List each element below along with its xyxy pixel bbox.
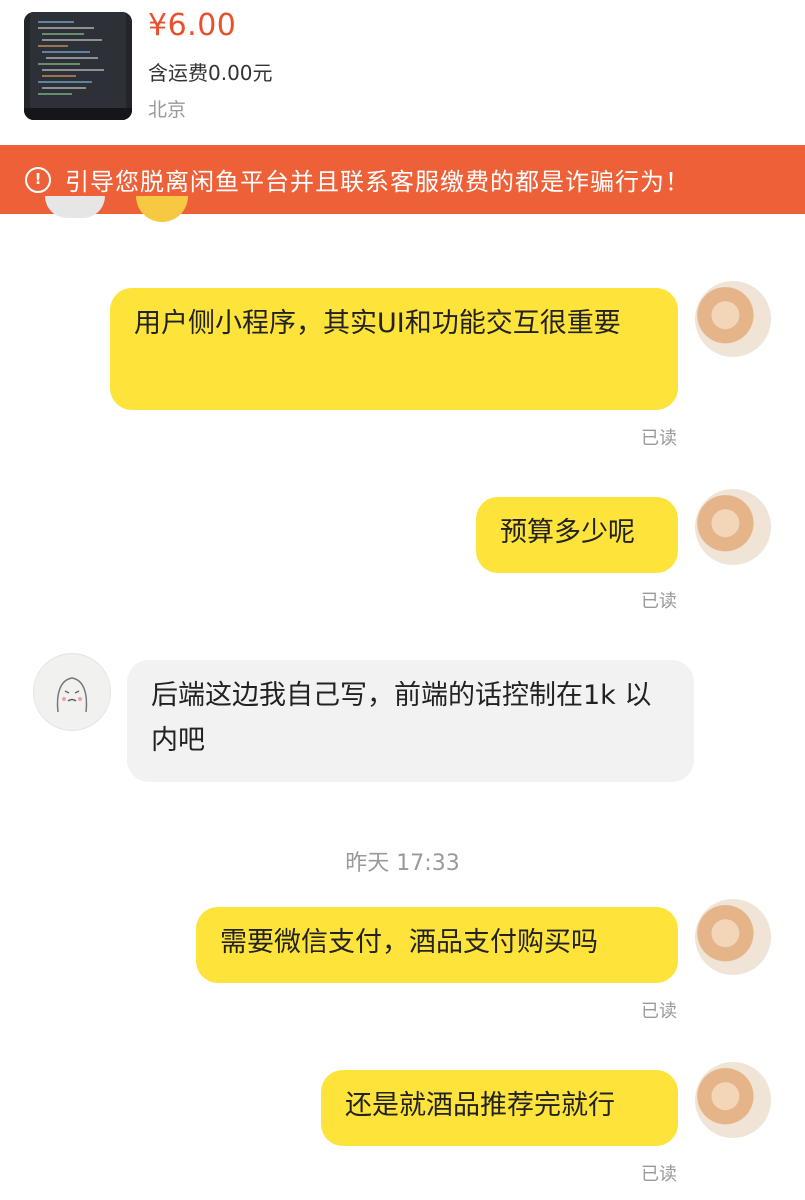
message-bubble-outgoing[interactable]: 预算多少呢 [476, 497, 678, 573]
message-bubble-incoming[interactable]: 后端这边我自己写，前端的话控制在1k 以内吧 [127, 660, 694, 782]
read-status: 已读 [641, 591, 677, 612]
read-status: 已读 [641, 428, 677, 449]
chat-timestamp: 昨天 17:33 [345, 851, 460, 876]
product-thumbnail[interactable] [24, 12, 132, 120]
my-avatar[interactable] [695, 899, 771, 975]
product-card[interactable]: ¥6.00 含运费0.00元 北京 [0, 0, 805, 145]
fraud-warning-text: 引导您脱离闲鱼平台并且联系客服缴费的都是诈骗行为！ [65, 168, 690, 196]
shipping-fee: 含运费0.00元 [148, 61, 273, 85]
my-avatar[interactable] [695, 1062, 771, 1138]
contact-avatar[interactable] [33, 653, 111, 731]
product-location: 北京 [148, 99, 187, 121]
read-status: 已读 [641, 1001, 677, 1022]
product-price: ¥6.00 [148, 8, 237, 43]
message-bubble-outgoing[interactable]: 需要微信支付，酒品支付购买吗 [196, 907, 678, 983]
avatar-partial [45, 196, 105, 218]
emoji-partial [136, 196, 188, 222]
fraud-warning-banner: ! 引导您脱离闲鱼平台并且联系客服缴费的都是诈骗行为！ [0, 145, 805, 214]
read-status: 已读 [641, 1164, 677, 1185]
my-avatar[interactable] [695, 281, 771, 357]
exclamation-circle-icon: ! [25, 166, 51, 193]
my-avatar[interactable] [695, 489, 771, 565]
message-bubble-outgoing[interactable]: 还是就酒品推荐完就行 [321, 1070, 678, 1146]
message-bubble-outgoing[interactable]: 用户侧小程序，其实UI和功能交互很重要 [110, 288, 678, 410]
